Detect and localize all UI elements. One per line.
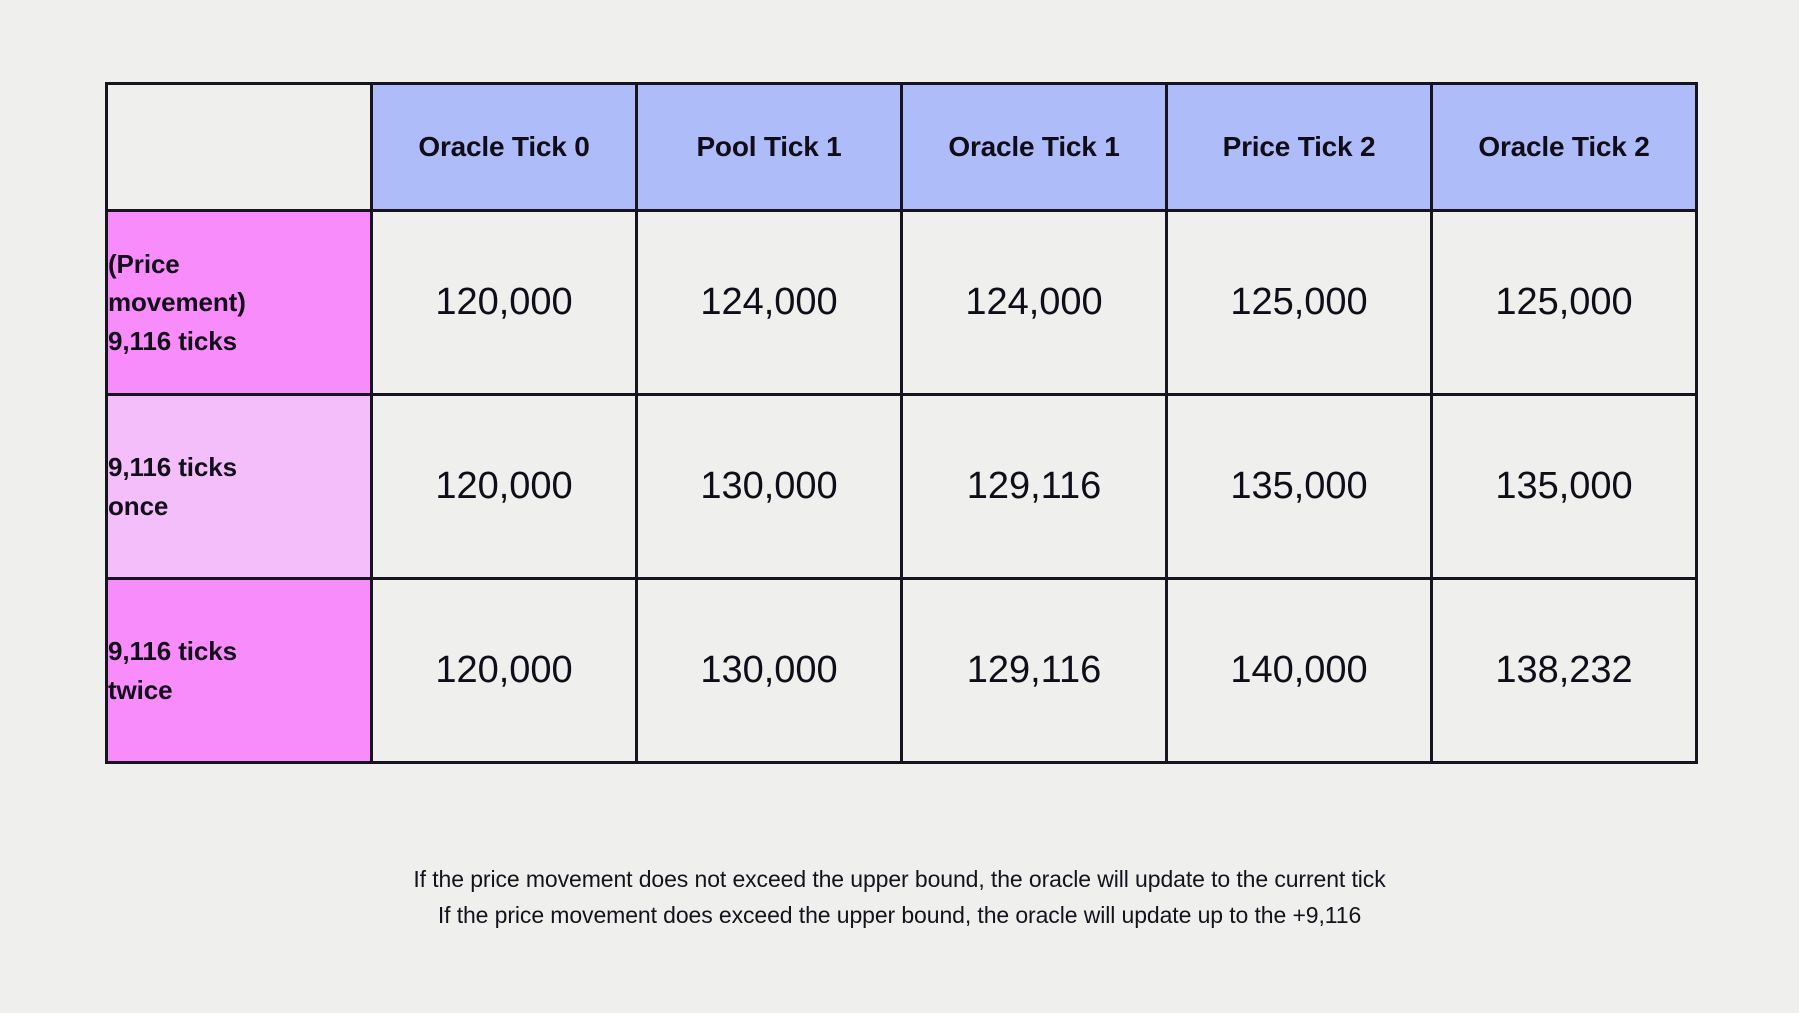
cell-r2-c4: 138,232 — [1432, 579, 1697, 763]
table-row: 9,116 ticks once 120,000 130,000 129,116… — [107, 395, 1697, 579]
column-header-oracle-tick-0: Oracle Tick 0 — [372, 84, 637, 211]
cell-r1-c1: 130,000 — [637, 395, 902, 579]
row-label-line: 9,116 ticks — [108, 326, 237, 356]
cell-r1-c2: 129,116 — [902, 395, 1167, 579]
cell-r0-c0: 120,000 — [372, 211, 637, 395]
row-label-price-movement: (Price movement) 9,116 ticks — [107, 211, 372, 395]
cell-r1-c3: 135,000 — [1167, 395, 1432, 579]
cell-r0-c4: 125,000 — [1432, 211, 1697, 395]
row-label-line: (Price — [108, 249, 180, 279]
footnotes: If the price movement does not exceed th… — [0, 862, 1799, 933]
row-label-line: movement) — [108, 287, 246, 317]
column-header-pool-tick-1: Pool Tick 1 — [637, 84, 902, 211]
row-label-ticks-once: 9,116 ticks once — [107, 395, 372, 579]
column-header-oracle-tick-2: Oracle Tick 2 — [1432, 84, 1697, 211]
row-label-line: 9,116 ticks — [108, 636, 237, 666]
table-row: 9,116 ticks twice 120,000 130,000 129,11… — [107, 579, 1697, 763]
page-root: Oracle Tick 0 Pool Tick 1 Oracle Tick 1 … — [0, 0, 1799, 1013]
footnote-line-2: If the price movement does exceed the up… — [0, 898, 1799, 934]
cell-r1-c4: 135,000 — [1432, 395, 1697, 579]
column-header-oracle-tick-1: Oracle Tick 1 — [902, 84, 1167, 211]
cell-r2-c0: 120,000 — [372, 579, 637, 763]
tick-table-container: Oracle Tick 0 Pool Tick 1 Oracle Tick 1 … — [105, 82, 1695, 764]
column-header-price-tick-2: Price Tick 2 — [1167, 84, 1432, 211]
cell-r0-c3: 125,000 — [1167, 211, 1432, 395]
cell-r2-c2: 129,116 — [902, 579, 1167, 763]
footnote-line-1: If the price movement does not exceed th… — [0, 862, 1799, 898]
oracle-tick-table: Oracle Tick 0 Pool Tick 1 Oracle Tick 1 … — [105, 82, 1698, 764]
table-body: (Price movement) 9,116 ticks 120,000 124… — [107, 211, 1697, 763]
cell-r2-c3: 140,000 — [1167, 579, 1432, 763]
row-label-line: once — [108, 491, 168, 521]
table-header: Oracle Tick 0 Pool Tick 1 Oracle Tick 1 … — [107, 84, 1697, 211]
cell-r1-c0: 120,000 — [372, 395, 637, 579]
row-label-ticks-twice: 9,116 ticks twice — [107, 579, 372, 763]
header-row: Oracle Tick 0 Pool Tick 1 Oracle Tick 1 … — [107, 84, 1697, 211]
cell-r0-c1: 124,000 — [637, 211, 902, 395]
cell-r0-c2: 124,000 — [902, 211, 1167, 395]
cell-r2-c1: 130,000 — [637, 579, 902, 763]
table-row: (Price movement) 9,116 ticks 120,000 124… — [107, 211, 1697, 395]
row-label-line: twice — [108, 675, 173, 705]
row-label-line: 9,116 ticks — [108, 452, 237, 482]
header-corner-cell — [107, 84, 372, 211]
